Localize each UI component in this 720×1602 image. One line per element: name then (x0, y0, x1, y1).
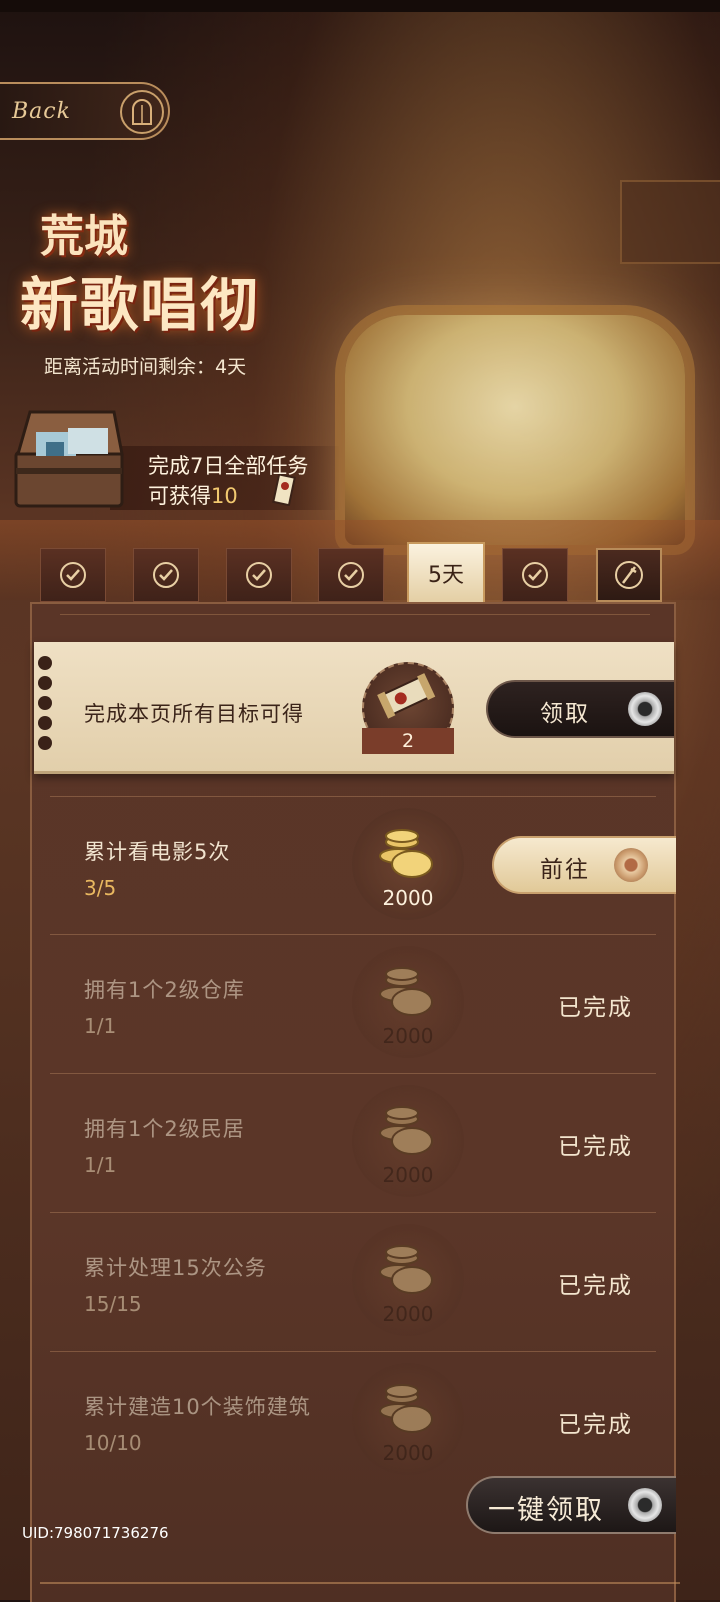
row-divider (50, 1351, 656, 1352)
door-icon (120, 90, 164, 134)
completed-label: 已完成 (558, 1412, 633, 1438)
bottom-ornament (40, 1582, 680, 1594)
tab-day-3[interactable] (226, 548, 292, 602)
task-progress: 10/10 (84, 1431, 142, 1455)
bookshelf-decoration (620, 180, 720, 264)
task-title: 拥有1个2级仓库 (84, 978, 245, 1002)
button-knob-icon (628, 692, 662, 726)
check-icon (522, 562, 548, 588)
event-countdown: 距离活动时间剩余：4天 (44, 356, 247, 378)
tab-day-7[interactable] (596, 548, 662, 602)
tab-day-4[interactable] (318, 548, 384, 602)
goto-label: 前往 (540, 857, 590, 883)
claim-all-label: 一键领取 (488, 1495, 604, 1526)
claim-label: 领取 (540, 701, 590, 727)
treasure-chest-icon[interactable] (10, 402, 128, 512)
status-bar-strip (0, 0, 720, 12)
coin-amount: 2000 (382, 1302, 434, 1326)
task-title: 累计看电影5次 (84, 840, 231, 864)
page-goal-label: 完成本页所有目标可得 (84, 702, 304, 726)
check-icon (153, 562, 179, 588)
coin-amount: 2000 (382, 1163, 434, 1187)
task-progress: 1/1 (84, 1153, 117, 1177)
tab-day-5-label: 5天 (428, 563, 464, 588)
row-divider (50, 1073, 656, 1074)
row-divider (50, 934, 656, 935)
tab-day-1[interactable] (40, 548, 106, 602)
back-button[interactable]: Back (0, 82, 170, 140)
bonus-count: 10 (211, 484, 238, 508)
row-divider (50, 796, 656, 797)
event-title-line1: 荒城 (40, 211, 128, 262)
task-progress: 3/5 (84, 876, 117, 900)
tab-day-5[interactable]: 5天 (407, 542, 485, 604)
event-title-line2: 新歌唱彻 (20, 271, 261, 339)
completed-label: 已完成 (558, 1134, 633, 1160)
check-icon (338, 562, 364, 588)
row-divider (50, 1212, 656, 1213)
task-title: 累计建造10个装饰建筑 (84, 1395, 311, 1419)
coin-amount: 2000 (382, 886, 434, 910)
completed-label: 已完成 (558, 1273, 633, 1299)
tab-day-2[interactable] (133, 548, 199, 602)
task-title: 累计处理15次公务 (84, 1256, 267, 1280)
page-goal-qty: 2 (401, 730, 415, 752)
task-title: 拥有1个2级民居 (84, 1117, 245, 1141)
quill-icon (615, 561, 643, 589)
binder-hole (38, 696, 52, 710)
button-knob-icon (628, 1488, 662, 1522)
binder-hole (38, 656, 52, 670)
binder-hole (38, 676, 52, 690)
coin-amount: 2000 (382, 1441, 434, 1465)
task-progress: 15/15 (84, 1292, 142, 1316)
task-progress: 1/1 (84, 1014, 117, 1038)
user-id: UID:798071736276 (22, 1524, 169, 1542)
completed-label: 已完成 (558, 995, 633, 1021)
panel-ornament (60, 614, 650, 627)
bonus-line2: 可获得10 (148, 480, 238, 510)
back-label: Back (12, 98, 71, 124)
button-knob-icon (614, 848, 648, 882)
bonus-line2-prefix: 可获得 (148, 484, 211, 508)
scroll-item-icon (270, 473, 300, 507)
check-icon (60, 562, 86, 588)
event-title: 荒城 新歌唱彻 (20, 200, 360, 350)
tab-day-6[interactable] (502, 548, 568, 602)
check-icon (246, 562, 272, 588)
binder-hole (38, 716, 52, 730)
coin-amount: 2000 (382, 1024, 434, 1048)
chair-decoration (345, 315, 685, 545)
binder-hole (38, 736, 52, 750)
